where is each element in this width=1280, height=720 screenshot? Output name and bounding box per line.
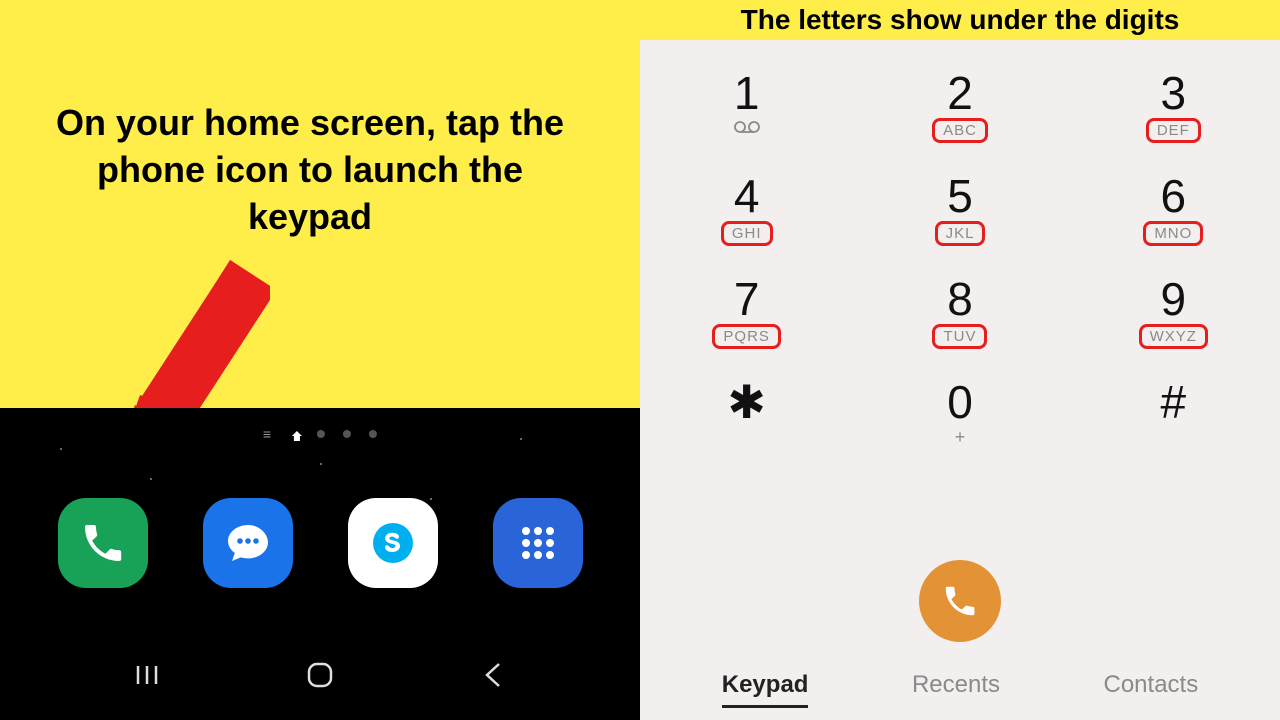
page-dot	[317, 430, 325, 438]
home-button[interactable]	[290, 655, 350, 695]
widgets-page-icon: ≡	[263, 426, 273, 442]
annotation-left: On your home screen, tap the phone icon …	[40, 100, 580, 240]
page-dot	[369, 430, 377, 438]
key-7[interactable]: 7PQRS	[640, 276, 853, 349]
phone-app-icon[interactable]	[58, 498, 148, 588]
key-digit: 7	[734, 276, 760, 322]
key-3[interactable]: 3DEF	[1067, 70, 1280, 143]
key-letters: DEF	[1146, 118, 1201, 143]
home-screen: ≡	[0, 408, 640, 720]
dialer-tabs: Keypad Recents Contacts	[640, 671, 1280, 708]
key-✱[interactable]: ✱	[640, 379, 853, 448]
dock	[0, 498, 640, 588]
phone-icon	[79, 519, 127, 567]
annotation-right: The letters show under the digits	[640, 0, 1280, 40]
back-button[interactable]	[463, 655, 523, 695]
tab-recents[interactable]: Recents	[912, 671, 1000, 708]
key-digit: 1	[734, 70, 760, 116]
system-navbar	[0, 655, 640, 695]
key-digit: 2	[947, 70, 973, 116]
key-letters: WXYZ	[1139, 324, 1208, 349]
call-button[interactable]	[919, 560, 1001, 642]
right-panel: The letters show under the digits 12ABC3…	[640, 0, 1280, 720]
key-4[interactable]: 4GHI	[640, 173, 853, 246]
key-digit: 0	[947, 379, 973, 425]
tab-contacts[interactable]: Contacts	[1104, 671, 1199, 708]
key-letters: ABC	[932, 118, 988, 143]
key-digit: 8	[947, 276, 973, 322]
phone-icon	[941, 582, 979, 620]
key-digit: ✱	[727, 379, 766, 425]
tab-keypad[interactable]: Keypad	[722, 671, 809, 708]
page-indicator[interactable]: ≡	[263, 426, 377, 442]
messages-app-icon[interactable]	[203, 498, 293, 588]
skype-icon	[369, 519, 417, 567]
key-5[interactable]: 5JKL	[853, 173, 1066, 246]
apps-grid-icon	[514, 519, 562, 567]
key-digit: #	[1161, 379, 1187, 425]
key-1[interactable]: 1	[640, 70, 853, 143]
key-letters: PQRS	[712, 324, 781, 349]
key-6[interactable]: 6MNO	[1067, 173, 1280, 246]
left-panel: On your home screen, tap the phone icon …	[0, 0, 640, 720]
messages-icon	[224, 519, 272, 567]
home-page-icon	[291, 430, 299, 438]
key-digit: 4	[734, 173, 760, 219]
key-digit: 9	[1161, 276, 1187, 322]
recents-button[interactable]	[117, 655, 177, 695]
key-letters: TUV	[932, 324, 987, 349]
apps-drawer-icon[interactable]	[493, 498, 583, 588]
key-plus: +	[955, 427, 966, 448]
key-9[interactable]: 9WXYZ	[1067, 276, 1280, 349]
dialer-keypad: 12ABC3DEF4GHI5JKL6MNO7PQRS8TUV9WXYZ✱0+#	[640, 70, 1280, 448]
key-digit: 5	[947, 173, 973, 219]
key-digit: 6	[1161, 173, 1187, 219]
key-2[interactable]: 2ABC	[853, 70, 1066, 143]
key-8[interactable]: 8TUV	[853, 276, 1066, 349]
voicemail-icon	[733, 120, 761, 139]
key-digit: 3	[1161, 70, 1187, 116]
page-dot	[343, 430, 351, 438]
key-letters: GHI	[721, 221, 773, 246]
key-0[interactable]: 0+	[853, 379, 1066, 448]
skype-app-icon[interactable]	[348, 498, 438, 588]
key-letters: MNO	[1143, 221, 1203, 246]
key-letters: JKL	[935, 221, 986, 246]
key-#[interactable]: #	[1067, 379, 1280, 448]
